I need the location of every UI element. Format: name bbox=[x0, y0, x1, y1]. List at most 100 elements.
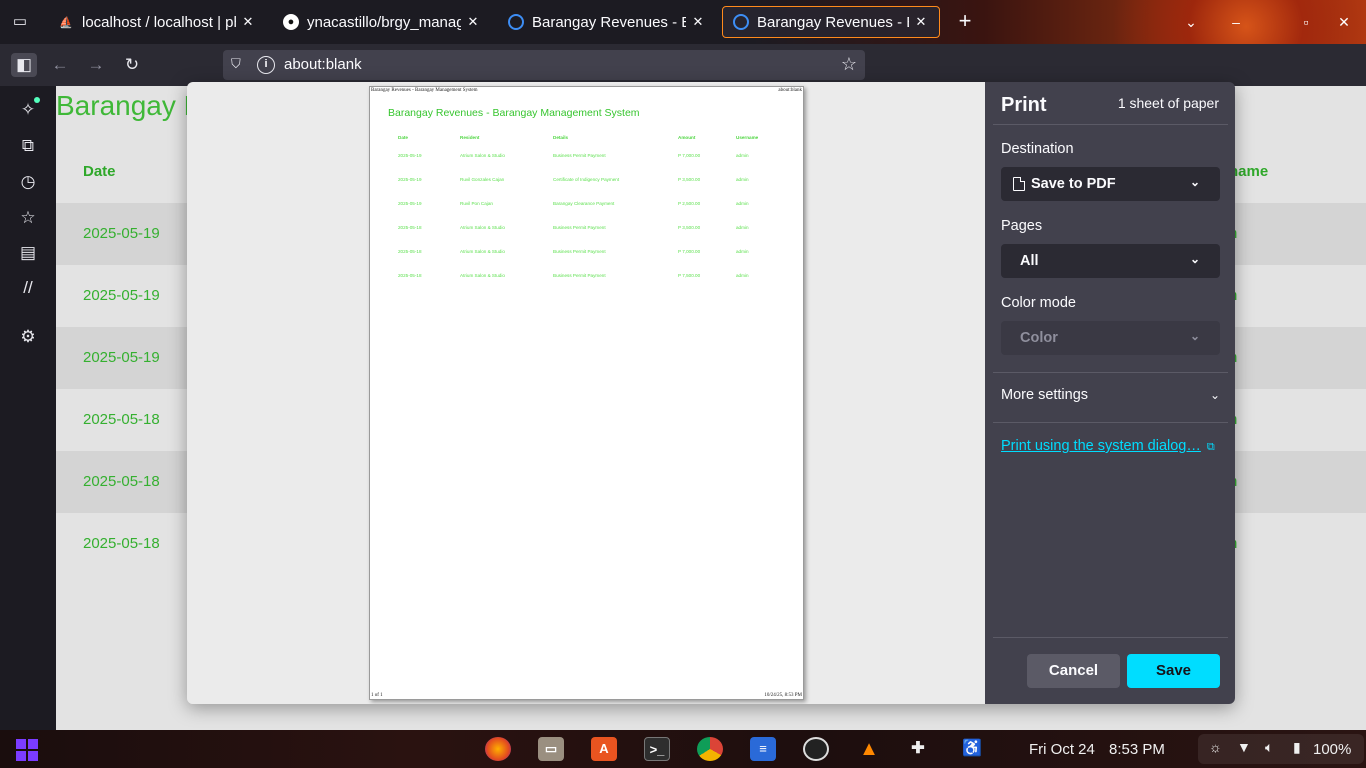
preview-revenue-table: Date Resident Details Amount Username 20… bbox=[392, 131, 764, 287]
zotero-icon[interactable]: // bbox=[17, 277, 39, 299]
reader-icon[interactable]: ▤ bbox=[17, 242, 39, 264]
back-icon[interactable]: ← bbox=[47, 53, 73, 77]
destination-select[interactable]: Save to PDF ⌄ bbox=[1001, 167, 1220, 201]
destination-label: Destination bbox=[1001, 141, 1074, 157]
pages-select[interactable]: All ⌄ bbox=[1001, 244, 1220, 278]
close-icon[interactable]: ✕ bbox=[913, 14, 929, 30]
row-date: 2025-05-18 bbox=[83, 473, 160, 490]
barangay-site-icon bbox=[733, 14, 749, 30]
color-mode-select[interactable]: Color ⌄ bbox=[1001, 321, 1220, 355]
obs-icon[interactable] bbox=[803, 737, 829, 761]
vlc-icon[interactable]: ▲ bbox=[856, 737, 882, 761]
cell-date: 2025-05-18 bbox=[398, 272, 422, 278]
cell-details: Business Permit Payment bbox=[553, 248, 606, 254]
cell-amount: P 7,500.00 bbox=[678, 272, 701, 278]
chevron-down-icon[interactable]: ⌄ bbox=[1181, 12, 1201, 32]
brightness-icon[interactable]: ☼ bbox=[1209, 739, 1222, 755]
info-icon[interactable]: i bbox=[257, 56, 275, 74]
close-icon[interactable]: ✕ bbox=[465, 14, 481, 30]
new-tab-button[interactable]: + bbox=[954, 10, 976, 32]
tab-title: Barangay Revenues - Barangay Management … bbox=[757, 13, 909, 31]
pages-value: All bbox=[1020, 253, 1039, 269]
files-icon[interactable]: ▭ bbox=[538, 737, 564, 761]
cell-details: Business Permit Payment bbox=[553, 224, 606, 230]
cell-amount: P 2,500.00 bbox=[678, 200, 701, 206]
taskbar-date[interactable]: Fri Oct 24 bbox=[1029, 741, 1095, 758]
address-bar[interactable]: ⛉ i about:blank ☆ bbox=[223, 50, 865, 80]
row-date: 2025-05-19 bbox=[83, 225, 160, 242]
cell-date: 2025-05-19 bbox=[398, 176, 422, 182]
gear-icon[interactable]: ⚙ bbox=[17, 326, 39, 348]
tab-list-icon[interactable]: ▭ bbox=[10, 12, 30, 32]
battery-icon[interactable]: ▮ bbox=[1293, 739, 1301, 756]
maximize-icon[interactable]: ▫ bbox=[1296, 12, 1316, 32]
extensions-icon[interactable]: ✚ bbox=[905, 737, 931, 761]
battery-percentage: 100% bbox=[1313, 741, 1352, 758]
cell-date: 2025-05-19 bbox=[398, 200, 422, 206]
external-link-icon: ⧉ bbox=[1206, 441, 1215, 453]
cell-amount: P 3,500.00 bbox=[678, 224, 701, 230]
tab-barangay-revenues[interactable]: Barangay Revenues - Barangay Management … bbox=[498, 6, 716, 38]
wifi-icon[interactable]: ▼ bbox=[1237, 739, 1251, 755]
reload-icon[interactable]: ↻ bbox=[119, 53, 145, 77]
shield-icon[interactable]: ⛉ bbox=[231, 56, 247, 74]
close-icon[interactable]: ✕ bbox=[690, 14, 706, 30]
cell-details: Business Permit Payment bbox=[553, 272, 606, 278]
sheet-count: 1 sheet of paper bbox=[1117, 95, 1219, 111]
minimize-icon[interactable]: – bbox=[1226, 12, 1246, 32]
preview-col-date: Date bbox=[398, 134, 408, 140]
phpmyadmin-icon: ⛵ bbox=[59, 16, 73, 29]
close-icon[interactable]: ✕ bbox=[240, 14, 256, 30]
cell-date: 2025-05-18 bbox=[398, 248, 422, 254]
preview-header-url: about:blank bbox=[778, 88, 802, 93]
table-row: 2025-05-19 Ruvil Pon Cajan Barangay Clea… bbox=[392, 191, 764, 215]
cell-amount: P 3,500.00 bbox=[678, 176, 701, 182]
firefox-icon[interactable] bbox=[485, 737, 511, 761]
preview-col-resident: Resident bbox=[460, 134, 480, 140]
browser-sidebar: ✧ ⧉ ◷ ☆ ▤ // ⚙ bbox=[0, 86, 56, 730]
tab-phpmyadmin[interactable]: ⛵ localhost / localhost | phpMyAdmin ✕ bbox=[48, 6, 266, 38]
preview-header-title: Barangay Revenues - Barangay Management … bbox=[371, 88, 478, 93]
chrome-icon[interactable] bbox=[697, 737, 723, 761]
sidebar-toggle-icon[interactable]: ◧ bbox=[11, 53, 37, 77]
bookmarks-icon[interactable]: ☆ bbox=[17, 207, 39, 229]
cell-resident: Atrium Salon & Studio bbox=[460, 224, 505, 230]
cell-username: admin bbox=[736, 224, 749, 230]
save-button[interactable]: Save bbox=[1127, 654, 1220, 688]
cell-resident: Ruvil Gonzales Cajan bbox=[460, 176, 505, 182]
synced-tabs-icon[interactable]: ⧉ bbox=[17, 135, 39, 157]
terminal-icon[interactable]: >_ bbox=[644, 737, 670, 761]
print-settings-panel: Print 1 sheet of paper Destination Save … bbox=[985, 82, 1235, 704]
preview-col-details: Details bbox=[553, 134, 569, 140]
taskbar: ▭ A >_ ≡ ▲ ✚ ♿ Fri Oct 24 8:53 PM ☼ ▼ 🔈︎… bbox=[0, 730, 1366, 768]
github-icon: ● bbox=[283, 14, 299, 30]
cell-amount: P 7,000.00 bbox=[678, 152, 701, 158]
chevron-down-icon: ⌄ bbox=[1189, 252, 1200, 266]
cell-details: Barangay Clearance Payment bbox=[553, 200, 615, 206]
preview-timestamp: 10/24/25, 8:53 PM bbox=[764, 693, 802, 698]
more-settings-toggle[interactable]: More settings ⌄ bbox=[1001, 387, 1220, 409]
accessibility-icon[interactable]: ♿ bbox=[959, 737, 985, 761]
close-window-icon[interactable]: ✕ bbox=[1334, 12, 1354, 32]
more-settings-label: More settings bbox=[1001, 387, 1089, 403]
bookmark-star-icon[interactable]: ☆ bbox=[841, 54, 857, 75]
cancel-button[interactable]: Cancel bbox=[1027, 654, 1120, 688]
column-header-date: Date bbox=[83, 163, 116, 180]
system-dialog-link[interactable]: Print using the system dialog… ⧉ bbox=[1001, 438, 1215, 454]
docs-icon[interactable]: ≡ bbox=[750, 737, 776, 761]
taskbar-time[interactable]: 8:53 PM bbox=[1109, 741, 1165, 758]
preview-page-number: 1 of 1 bbox=[371, 693, 383, 698]
cell-username: admin bbox=[736, 176, 749, 182]
app-launcher-icon[interactable] bbox=[16, 739, 38, 761]
forward-icon[interactable]: → bbox=[83, 53, 109, 77]
divider bbox=[993, 372, 1228, 373]
history-icon[interactable]: ◷ bbox=[17, 171, 39, 193]
tab-github[interactable]: ● ynacastillo/brgy_management ✕ bbox=[273, 6, 491, 38]
volume-icon[interactable]: 🔈︎ bbox=[1265, 739, 1273, 756]
tab-barangay-revenues-active[interactable]: Barangay Revenues - Barangay Management … bbox=[722, 6, 940, 38]
row-date: 2025-05-19 bbox=[83, 349, 160, 366]
cell-resident: Atrium Salon & Studio bbox=[460, 272, 505, 278]
app-store-icon[interactable]: A bbox=[591, 737, 617, 761]
chevron-down-icon: ⌄ bbox=[1209, 388, 1220, 402]
url-text[interactable]: about:blank bbox=[284, 56, 362, 73]
